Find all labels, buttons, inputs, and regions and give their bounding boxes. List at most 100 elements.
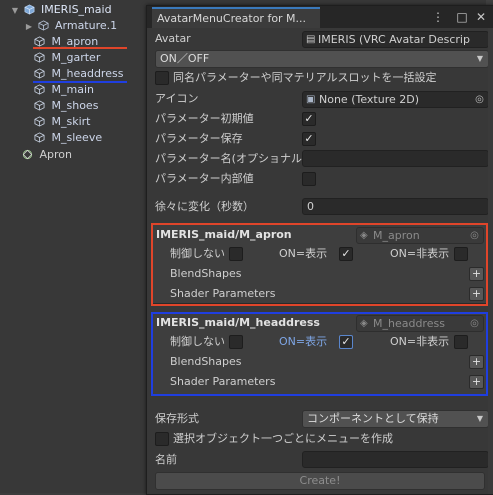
window-scrollbar[interactable] [488,28,493,494]
window-tab[interactable]: AvatarMenuCreator for M... [152,7,320,28]
on-show-checkbox[interactable]: ✓ [339,335,353,349]
hierarchy-item-label: Apron [39,148,73,161]
create-button[interactable]: Create! [155,472,485,490]
on-hide-label: ON=非表示 [390,335,450,348]
hierarchy-item-armature[interactable]: ▶ Armature.1 [24,18,117,34]
hierarchy-item-m-headdress[interactable]: M_headdress [34,66,123,82]
hierarchy-item-apron[interactable]: Apron [22,147,72,163]
on-hide-checkbox[interactable] [454,335,468,349]
texture-icon: ▣ [306,94,316,105]
avatar-field-value: IMERIS (VRC Avatar Descrip [318,33,470,46]
mode-dropdown-value: ON／OFF [160,52,210,65]
expand-arrow-icon[interactable]: ▶ [24,19,34,35]
hierarchy-item-label: M_garter [51,51,101,64]
object-picker-icon[interactable]: ◎ [468,317,481,330]
param-name-label: パラメーター名(オプショナル) [155,152,307,165]
param-internal-checkbox[interactable] [302,172,316,186]
save-format-label: 保存形式 [155,412,199,425]
hierarchy-item-m-shoes[interactable]: M_shoes [34,98,98,114]
gameobject-cube-icon [34,52,45,63]
per-object-label: 選択オブジェクト一つごとにメニューを作成 [173,432,393,445]
on-show-checkbox[interactable]: ✓ [339,247,353,261]
gradual-label: 徐々に変化（秒数） [155,200,254,213]
on-hide-label: ON=非表示 [390,247,450,260]
section-ref-value: M_apron [373,229,420,242]
on-show-label: ON=表示 [279,247,328,260]
chevron-down-icon: ▼ [476,414,483,423]
param-internal-label: パラメーター内部値 [155,172,254,185]
gameobject-cube-icon [34,116,45,127]
window-title: AvatarMenuCreator for M... [157,12,307,25]
hierarchy-item-m-skirt[interactable]: M_skirt [34,114,90,130]
no-control-checkbox[interactable] [229,247,243,261]
param-save-checkbox[interactable]: ✓ [302,132,316,146]
close-icon[interactable]: ✕ [474,10,488,24]
same-param-label: 同名パラメーターや同マテリアルスロットを一括設定 [173,71,437,84]
hierarchy-item-label: M_main [51,83,94,96]
more-icon[interactable]: ⋮ [431,10,445,24]
gameobject-cube-icon [34,132,45,143]
hierarchy-item-m-sleeve[interactable]: M_sleeve [34,130,102,146]
section-ref-field[interactable]: ◈ M_apron ◎ [356,227,484,244]
on-show-label: ON=表示 [279,335,328,348]
hierarchy-item-root[interactable]: ▼ IMERIS_maid [10,2,112,18]
shader-params-label: Shader Parameters [170,287,276,300]
section-ref-value: M_headdress [373,317,445,330]
chevron-down-icon: ▼ [476,54,483,63]
object-picker-icon[interactable]: ◎ [473,93,486,106]
add-blendshape-button[interactable]: + [469,355,484,369]
hierarchy-item-label: M_skirt [51,115,91,128]
gradual-input-value: 0 [307,200,314,213]
gameobject-cube-icon [34,68,45,79]
collapse-arrow-icon[interactable]: ▼ [10,3,20,19]
per-object-checkbox[interactable] [155,432,169,446]
hierarchy-item-label: IMERIS_maid [41,3,112,16]
blendshapes-label: BlendShapes [170,267,242,280]
gameobject-cube-icon: ◈ [360,230,368,241]
hierarchy-item-label: Armature.1 [55,19,118,32]
hierarchy-item-label: M_shoes [51,99,99,112]
blendshapes-label: BlendShapes [170,355,242,368]
add-blendshape-button[interactable]: + [469,267,484,281]
param-name-input[interactable] [302,150,489,167]
on-hide-checkbox[interactable] [454,247,468,261]
avatar-label: Avatar [155,32,191,45]
prefab-cube-icon [24,4,34,15]
name-label: 名前 [155,453,177,466]
mode-dropdown[interactable]: ON／OFF ▼ [155,50,489,68]
save-format-value: コンポーネントとして保持 [307,412,439,425]
param-default-checkbox[interactable]: ✓ [302,112,316,126]
gradual-input[interactable]: 0 [302,198,489,215]
icon-field[interactable]: ▣ None (Texture 2D) ◎ [302,91,489,108]
add-shader-param-button[interactable]: + [469,287,484,301]
save-format-dropdown[interactable]: コンポーネントとして保持 ▼ [302,410,489,428]
object-picker-icon[interactable]: ◎ [468,229,481,242]
param-save-label: パラメーター保存 [155,132,243,145]
hierarchy-item-label: M_headdress [51,67,124,80]
avatar-field[interactable]: ▤ IMERIS (VRC Avatar Descrip [302,31,489,48]
add-shader-param-button[interactable]: + [469,375,484,389]
section-title: IMERIS_maid/M_apron [156,228,292,241]
icon-label: アイコン [155,92,199,105]
window-titlebar[interactable]: AvatarMenuCreator for M... ⋮ □ ✕ [147,6,493,28]
gameobject-cube-icon [34,36,45,47]
hierarchy-item-label: M_sleeve [51,131,103,144]
same-param-checkbox[interactable] [155,71,169,85]
avatar-descriptor-icon: ▤ [306,34,316,45]
hierarchy-item-m-main[interactable]: M_main [34,82,94,98]
shader-params-label: Shader Parameters [170,375,276,388]
apron-underline [33,47,127,49]
gameobject-cube-icon [34,84,45,95]
section-title: IMERIS_maid/M_headdress [156,316,320,329]
icon-field-value: None (Texture 2D) [319,93,420,106]
gameobject-icon [22,149,33,160]
section-ref-field[interactable]: ◈ M_headdress ◎ [356,315,484,332]
hierarchy-item-m-garter[interactable]: M_garter [34,50,100,66]
param-default-label: パラメーター初期値 [155,112,254,125]
name-input[interactable] [302,451,489,468]
avatar-menu-creator-window: AvatarMenuCreator for M... ⋮ □ ✕ Avatar … [146,5,493,495]
gameobject-cube-icon [38,20,48,31]
no-control-checkbox[interactable] [229,335,243,349]
gameobject-cube-icon [34,100,45,111]
maximize-icon[interactable]: □ [455,10,469,24]
